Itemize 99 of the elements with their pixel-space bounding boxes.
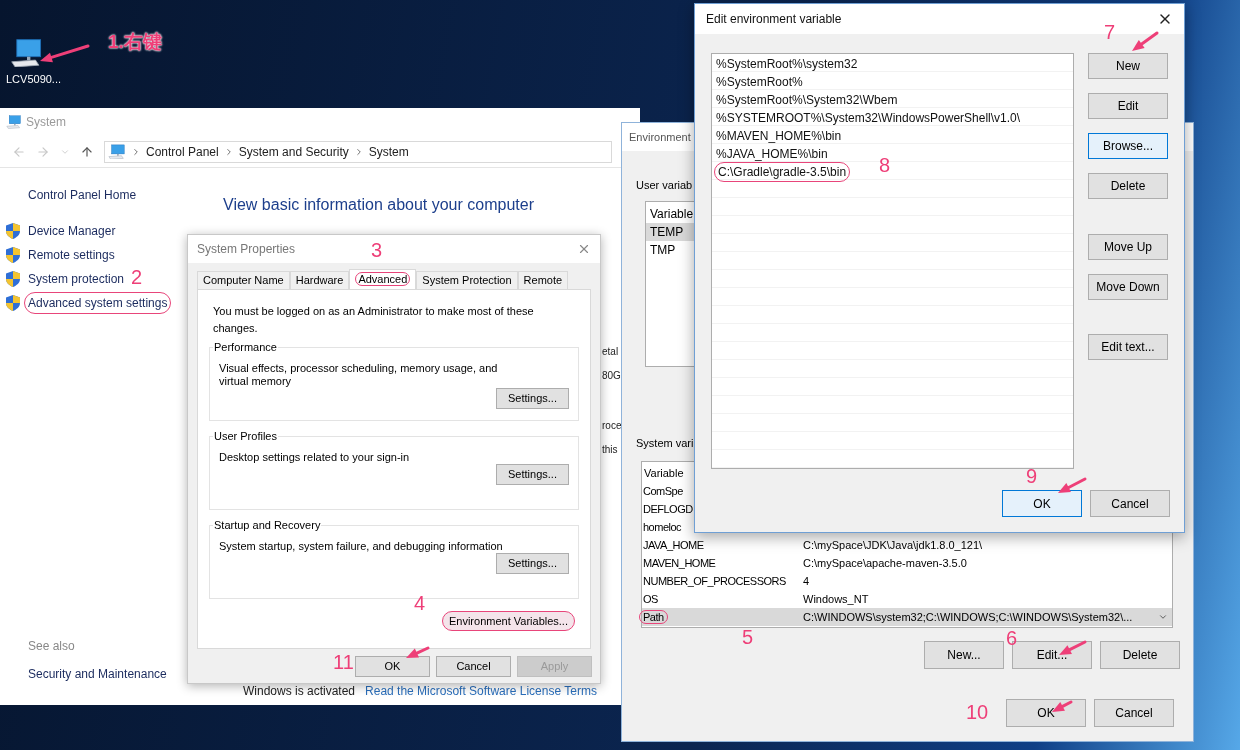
settings-button[interactable]: Settings... — [496, 552, 569, 574]
step-annotation: 11 — [333, 652, 354, 672]
covered-text: etal — [602, 345, 620, 359]
table-cell[interactable]: ComSpe — [643, 484, 683, 497]
delete-button[interactable]: Delete — [1088, 173, 1168, 199]
table-row[interactable]: JAVA_HOME C:\mySpace\JDK\Java\jdk1.8.0_121\ — [642, 536, 1172, 554]
window-title: System — [26, 114, 66, 131]
table-cell[interactable]: Windows_NT — [803, 590, 869, 608]
new-button[interactable]: New... — [924, 641, 1004, 669]
step-annotation: 5 — [742, 627, 754, 647]
column-header: Variable — [644, 465, 684, 481]
admin-notice: You must be logged on as an Administrator to make most of these changes. — [212, 304, 535, 336]
browse-button[interactable]: Browse... — [1088, 133, 1168, 159]
shield-icon — [6, 271, 20, 287]
see-also-label: See also — [27, 638, 76, 655]
list-item[interactable]: %SystemRoot%\system32 — [716, 55, 858, 73]
edit-text-button[interactable]: Edit text... — [1088, 334, 1168, 360]
step-annotation: 4 — [414, 593, 426, 613]
desktop-icon-label[interactable]: LCV5090... — [6, 70, 62, 88]
step-annotation: 8 — [879, 155, 891, 175]
step-annotation: 3 — [371, 240, 383, 260]
group-title: Performance — [213, 340, 278, 355]
ok-button[interactable]: OK — [1002, 490, 1082, 517]
tab[interactable]: Remote — [517, 271, 569, 289]
license-link[interactable]: Read the Microsoft Software License Terms — [365, 682, 597, 700]
breadcrumb-item[interactable]: Control Panel — [146, 142, 219, 161]
section-label: User variab — [636, 178, 693, 191]
group-description: System startup, system failure, and debugging information — [219, 539, 504, 553]
address-bar[interactable]: Control Panel System and Security System — [104, 140, 612, 163]
breadcrumb-item[interactable]: System and Security — [238, 142, 349, 161]
computer-icon — [10, 38, 44, 67]
table-cell[interactable]: C:\mySpace\apache-maven-3.5.0 — [803, 554, 967, 572]
settings-button[interactable]: Settings... — [496, 463, 569, 485]
shield-icon — [6, 223, 20, 239]
step-annotation: 7 — [1104, 22, 1116, 42]
new-button[interactable]: New — [1088, 53, 1168, 79]
sidebar-link[interactable]: System protection — [28, 270, 125, 288]
tab[interactable]: Hardware — [289, 271, 350, 289]
edit-button[interactable]: Edit — [1088, 93, 1168, 119]
table-row[interactable]: Path C:\WINDOWS\system32;C:\WINDOWS;C:\WINDOWS\System32\... — [642, 608, 1172, 626]
sidebar-link[interactable]: Remote settings — [28, 246, 115, 264]
group-title: User Profiles — [213, 429, 278, 444]
table-row[interactable]: OS Windows_NT — [642, 590, 1172, 608]
group-title: Startup and Recovery — [213, 518, 322, 533]
table-cell[interactable]: OS — [643, 592, 658, 605]
table-cell[interactable]: NUMBER_OF_PROCESSORS — [643, 574, 786, 587]
section-label: System vari — [636, 436, 694, 449]
step-annotation: 1.右键 — [108, 32, 162, 51]
environment-variables-button[interactable]: Environment Variables... — [441, 611, 575, 631]
shield-icon — [6, 295, 20, 311]
tab[interactable]: Advanced — [349, 269, 417, 289]
chevron-icon[interactable] — [1158, 612, 1168, 622]
list-item[interactable]: %SystemRoot%\System32\Wbem — [716, 91, 898, 109]
window-title: Environment — [629, 129, 691, 145]
page-heading: View basic information about your computer — [222, 195, 535, 215]
sidebar-link[interactable]: Control Panel Home — [0, 186, 200, 200]
table-cell[interactable]: homeloc — [643, 520, 682, 533]
chevron-icon — [131, 146, 141, 157]
list-item[interactable]: %MAVEN_HOME%\bin — [716, 127, 842, 145]
tab[interactable]: System Protection — [416, 271, 518, 289]
move-up-button[interactable]: Move Up — [1088, 234, 1168, 260]
table-row[interactable]: MAVEN_HOME C:\mySpace\apache-maven-3.5.0 — [642, 554, 1172, 572]
tab[interactable]: Computer Name — [197, 271, 290, 289]
computer-icon — [6, 115, 22, 129]
list-item[interactable]: %JAVA_HOME%\bin — [716, 145, 828, 163]
breadcrumb-item[interactable]: System — [368, 142, 409, 161]
activation-status: Windows is activated — [243, 683, 356, 700]
list-item[interactable]: %SYSTEMROOT%\System32\WindowsPowerShell\v1.0\ — [716, 109, 1021, 127]
covered-text: 80G — [602, 369, 622, 383]
ok-button[interactable]: OK — [1006, 699, 1086, 727]
cancel-button[interactable]: Cancel — [1090, 490, 1170, 517]
ok-button[interactable]: OK — [355, 656, 430, 677]
table-cell[interactable]: JAVA_HOME — [643, 538, 704, 551]
table-cell[interactable]: C:\mySpace\JDK\Java\jdk1.8.0_121\ — [803, 536, 983, 554]
column-header: Variable — [649, 206, 695, 223]
dialog-title: System Properties — [197, 241, 296, 258]
shield-icon — [6, 247, 20, 263]
step-annotation: 9 — [1026, 466, 1038, 486]
step-annotation: 2 — [131, 267, 143, 287]
group-description: Desktop settings related to your sign-in — [219, 450, 411, 464]
cancel-button[interactable]: Cancel — [1094, 699, 1174, 727]
delete-button[interactable]: Delete — [1100, 641, 1180, 669]
cancel-button[interactable]: Cancel — [436, 656, 511, 677]
settings-button[interactable]: Settings... — [496, 387, 569, 409]
table-cell[interactable]: C:\WINDOWS\system32;C:\WINDOWS;C:\WINDOWS\System32\... — [803, 608, 1133, 626]
table-cell[interactable]: 4 — [803, 572, 810, 590]
covered-text: roce — [602, 419, 622, 433]
table-cell[interactable]: MAVEN_HOME — [643, 556, 716, 569]
group-description: Visual effects, processor scheduling, memory usage, and virtual memory — [219, 361, 499, 388]
sidebar-link[interactable]: Device Manager — [28, 222, 116, 240]
dialog-title: Edit environment variable — [706, 11, 842, 28]
step-annotation: 10 — [966, 702, 989, 722]
move-down-button[interactable]: Move Down — [1088, 274, 1168, 300]
table-row[interactable]: NUMBER_OF_PROCESSORS 4 — [642, 572, 1172, 590]
up-icon[interactable] — [80, 144, 94, 159]
table-cell[interactable]: DEFLOGD — [643, 502, 693, 515]
list-item[interactable]: %SystemRoot% — [716, 73, 803, 91]
covered-text: this — [602, 443, 619, 457]
computer-icon — [108, 143, 126, 160]
